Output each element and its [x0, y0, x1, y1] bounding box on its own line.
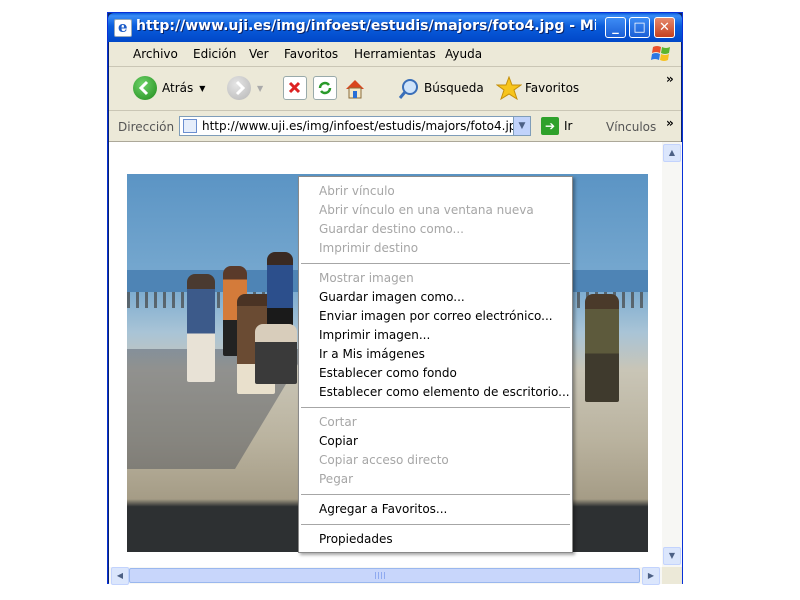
- ctx-go-to-my-pictures[interactable]: Ir a Mis imágenes: [319, 347, 425, 361]
- menu-bar: Archivo Edición Ver Favoritos Herramient…: [109, 42, 681, 67]
- ctx-print-target[interactable]: Imprimir destino: [319, 241, 418, 255]
- ctx-email-image[interactable]: Enviar imagen por correo electrónico...: [319, 309, 553, 323]
- menu-separator: [301, 407, 570, 408]
- address-url: http://www.uji.es/img/infoest/estudis/ma…: [202, 119, 525, 133]
- scroll-left-icon[interactable]: ◀: [111, 567, 129, 585]
- photo-person: [585, 294, 619, 402]
- forward-button[interactable]: ▼: [227, 74, 263, 102]
- go-label: Ir: [564, 119, 573, 133]
- scroll-right-icon[interactable]: ▶: [642, 567, 660, 585]
- window-title: http://www.uji.es/img/infoest/estudis/ma…: [136, 18, 596, 34]
- star-icon: [495, 75, 523, 101]
- ctx-save-image-as[interactable]: Guardar imagen como...: [319, 290, 465, 304]
- refresh-button[interactable]: [313, 74, 337, 102]
- search-button[interactable]: Búsqueda: [397, 74, 484, 102]
- minimize-button[interactable]: _: [605, 17, 626, 38]
- back-arrow-icon: [133, 76, 157, 100]
- ctx-cut[interactable]: Cortar: [319, 415, 357, 429]
- standard-toolbar: Atrás ▼ ▼ Búsqueda Favoritos »: [109, 67, 681, 111]
- menu-separator: [301, 263, 570, 264]
- maximize-button[interactable]: □: [629, 17, 650, 38]
- home-button[interactable]: [343, 74, 365, 102]
- ctx-copy[interactable]: Copiar: [319, 434, 358, 448]
- stop-icon: [283, 76, 307, 100]
- menu-ayuda[interactable]: Ayuda: [445, 47, 482, 61]
- go-button[interactable]: ➔ Ir: [541, 117, 572, 135]
- context-menu: Abrir vínculo Abrir vínculo en una venta…: [298, 176, 573, 553]
- photo-person: [255, 324, 297, 384]
- favorites-label: Favoritos: [525, 81, 580, 95]
- vertical-scrollbar[interactable]: ▲ ▼: [662, 142, 682, 567]
- menu-archivo[interactable]: Archivo: [133, 47, 178, 61]
- ctx-open-link-new-window[interactable]: Abrir vínculo en una ventana nueva: [319, 203, 534, 217]
- photo-person: [187, 274, 215, 382]
- title-bar[interactable]: http://www.uji.es/img/infoest/estudis/ma…: [108, 13, 682, 42]
- address-label: Dirección: [118, 120, 175, 134]
- ctx-show-image[interactable]: Mostrar imagen: [319, 271, 414, 285]
- ctx-set-as-background[interactable]: Establecer como fondo: [319, 366, 457, 380]
- scroll-grip-icon: [375, 572, 387, 579]
- ctx-paste[interactable]: Pegar: [319, 472, 353, 486]
- search-label: Búsqueda: [424, 81, 484, 95]
- menu-edicion[interactable]: Edición: [193, 47, 236, 61]
- go-arrow-icon: ➔: [541, 117, 559, 135]
- ctx-set-as-desktop-item[interactable]: Establecer como elemento de escritorio..…: [319, 385, 570, 399]
- address-input[interactable]: http://www.uji.es/img/infoest/estudis/ma…: [179, 116, 531, 136]
- menu-separator: [301, 524, 570, 525]
- menu-favoritos[interactable]: Favoritos: [284, 47, 338, 61]
- horizontal-scroll-thumb[interactable]: [129, 568, 640, 583]
- horizontal-scrollbar[interactable]: ◀ ▶: [109, 567, 662, 585]
- stop-button[interactable]: [283, 74, 307, 102]
- back-dropdown-icon[interactable]: ▼: [199, 84, 205, 93]
- scrollbar-corner: [662, 567, 682, 584]
- ctx-copy-shortcut[interactable]: Copiar acceso directo: [319, 453, 449, 467]
- windows-logo-icon: [651, 46, 670, 61]
- toolbar-more-chevron[interactable]: »: [666, 71, 674, 87]
- close-button[interactable]: ✕: [654, 17, 675, 38]
- back-button[interactable]: Atrás ▼: [133, 74, 205, 102]
- links-label[interactable]: Vínculos: [606, 120, 656, 134]
- page-icon: [183, 119, 197, 133]
- menu-separator: [301, 494, 570, 495]
- ctx-open-link[interactable]: Abrir vínculo: [319, 184, 395, 198]
- ie-page-icon: [114, 18, 132, 37]
- address-bar: Dirección http://www.uji.es/img/infoest/…: [109, 111, 681, 142]
- ctx-print-image[interactable]: Imprimir imagen...: [319, 328, 430, 342]
- menu-ver[interactable]: Ver: [249, 47, 269, 61]
- scroll-down-icon[interactable]: ▼: [663, 547, 681, 565]
- ctx-add-to-favorites[interactable]: Agregar a Favoritos...: [319, 502, 447, 516]
- forward-arrow-icon: [227, 76, 251, 100]
- favorites-button[interactable]: Favoritos: [495, 74, 580, 102]
- refresh-icon: [313, 76, 337, 100]
- scroll-up-icon[interactable]: ▲: [663, 144, 681, 162]
- ctx-save-target-as[interactable]: Guardar destino como...: [319, 222, 464, 236]
- ctx-properties[interactable]: Propiedades: [319, 532, 393, 546]
- address-dropdown-icon[interactable]: ▼: [513, 117, 530, 135]
- links-chevron[interactable]: »: [666, 116, 674, 130]
- home-icon: [343, 77, 365, 99]
- search-icon: [397, 77, 419, 99]
- menu-herramientas[interactable]: Herramientas: [354, 47, 436, 61]
- forward-dropdown-icon[interactable]: ▼: [257, 84, 263, 93]
- back-label: Atrás: [162, 81, 194, 95]
